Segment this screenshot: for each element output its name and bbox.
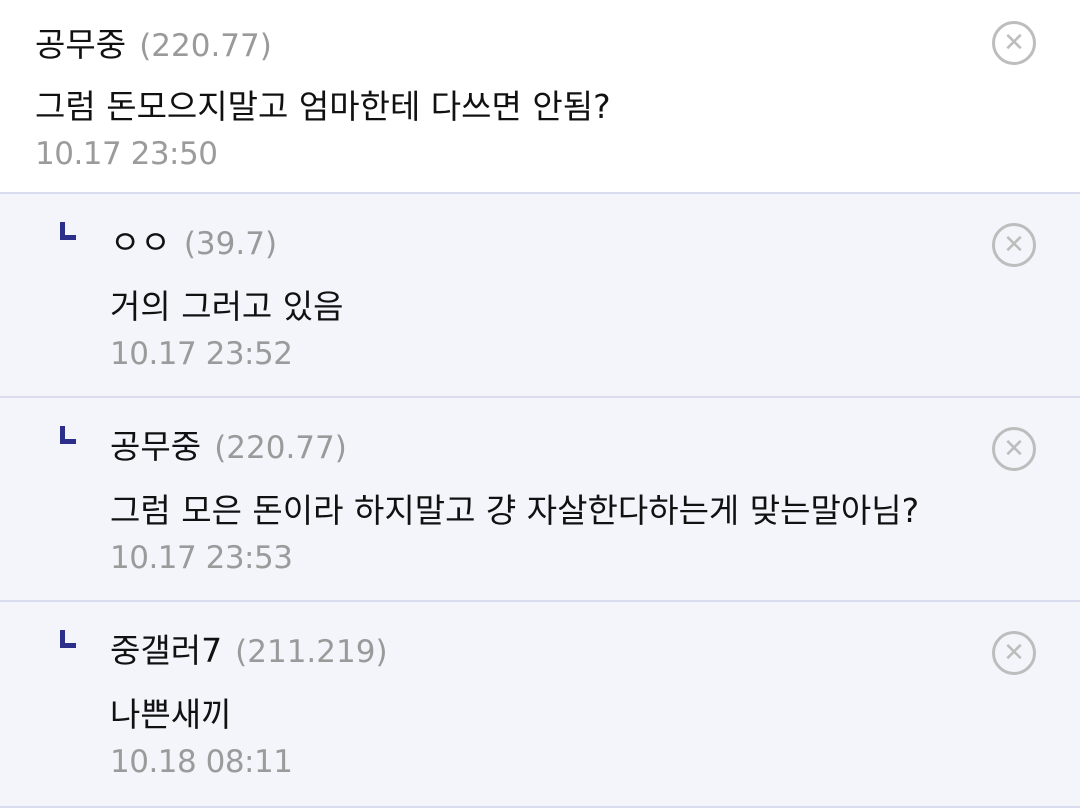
comment-date: 10.17 23:53 bbox=[110, 540, 293, 576]
close-circle-icon[interactable]: ✕ bbox=[992, 21, 1036, 65]
comment-text: 그럼 모은 돈이라 하지말고 걍 자살한다하는게 맞는말아님? bbox=[110, 491, 920, 530]
comment-nickname[interactable]: 중갤러7 bbox=[110, 631, 222, 670]
comment-header: 중갤러7 (211.219) bbox=[110, 624, 388, 672]
reply-corner-icon bbox=[60, 630, 76, 648]
reply-corner-icon bbox=[60, 222, 76, 240]
reply-item: ㅇㅇ (39.7) 거의 그러고 있음 10.17 23:52 ✕ bbox=[0, 194, 1080, 398]
comment-ip: (211.219) bbox=[235, 634, 388, 670]
comment-date: 10.17 23:50 bbox=[35, 136, 218, 172]
comment-ip: (220.77) bbox=[139, 28, 272, 64]
close-circle-icon[interactable]: ✕ bbox=[992, 427, 1036, 471]
reply-item: 중갤러7 (211.219) 나쁜새끼 10.18 08:11 ✕ bbox=[0, 602, 1080, 808]
comment-ip: (39.7) bbox=[183, 226, 278, 262]
comment-nickname[interactable]: 공무중 bbox=[110, 427, 201, 466]
comment-ip: (220.77) bbox=[214, 430, 347, 466]
comment-header: 공무중 (220.77) bbox=[35, 18, 272, 66]
reply-item: 공무중 (220.77) 그럼 모은 돈이라 하지말고 걍 자살한다하는게 맞는… bbox=[0, 398, 1080, 602]
comment-date: 10.17 23:52 bbox=[110, 336, 293, 372]
comment-text: 나쁜새끼 bbox=[110, 695, 232, 734]
comment-header: ㅇㅇ (39.7) bbox=[110, 216, 277, 264]
comment-date: 10.18 08:11 bbox=[110, 744, 293, 780]
comment-text: 거의 그러고 있음 bbox=[110, 287, 344, 326]
comment-nickname[interactable]: 공무중 bbox=[35, 25, 126, 64]
comment-text: 그럼 돈모으지말고 엄마한테 다쓰면 안됨? bbox=[35, 87, 611, 126]
close-circle-icon[interactable]: ✕ bbox=[992, 223, 1036, 267]
comment-header: 공무중 (220.77) bbox=[110, 420, 347, 468]
comment-nickname[interactable]: ㅇㅇ bbox=[110, 223, 171, 262]
close-circle-icon[interactable]: ✕ bbox=[992, 631, 1036, 675]
reply-corner-icon bbox=[60, 426, 76, 444]
comment-item: 공무중 (220.77) 그럼 돈모으지말고 엄마한테 다쓰면 안됨? 10.1… bbox=[0, 0, 1080, 194]
